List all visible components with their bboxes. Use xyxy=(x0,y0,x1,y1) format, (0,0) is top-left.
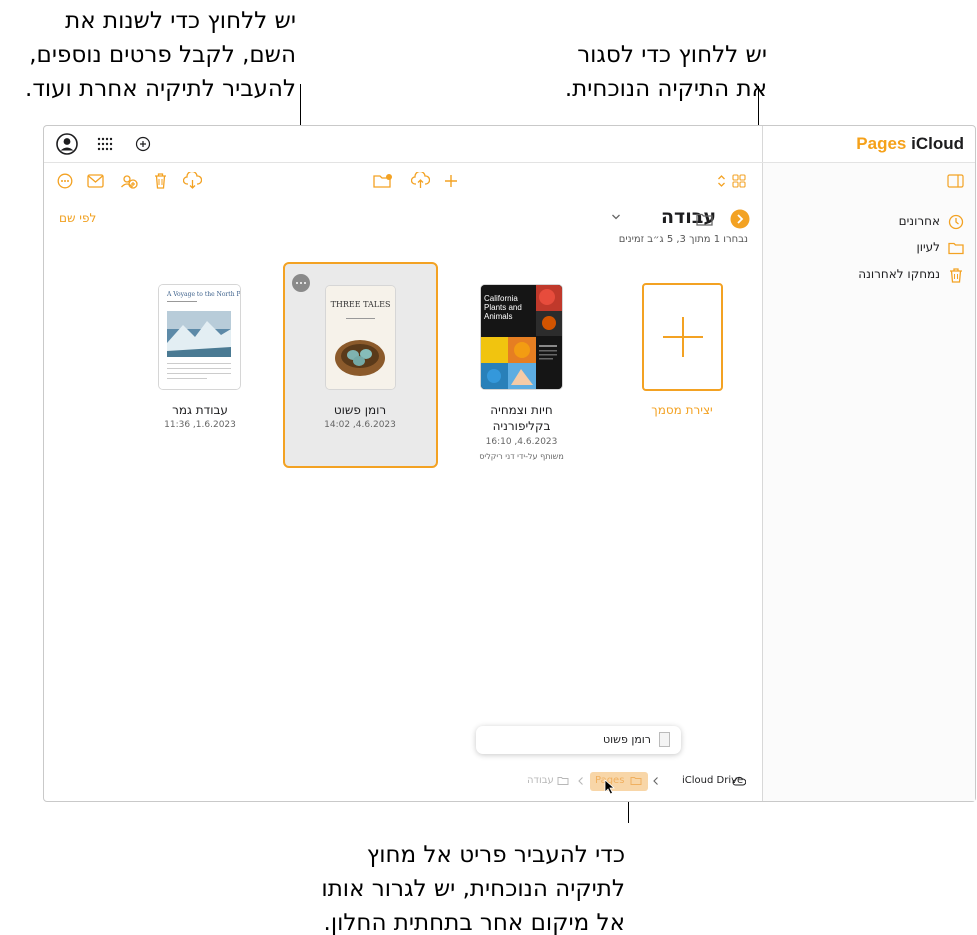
document-thumbnail-report[interactable]: A Voyage to the North Pole xyxy=(159,285,240,389)
thumbnail-title: A Voyage to the North Pole xyxy=(167,291,240,298)
shared-by-label: משותף על-ידי דני ריקליס xyxy=(479,452,564,461)
sidebar-item-recently-deleted[interactable]: נמחקו לאחרונה xyxy=(834,264,964,286)
sidebar-item-recents[interactable]: אחרונים xyxy=(834,211,964,233)
mail-icon[interactable] xyxy=(87,174,104,188)
callout-close-line: את התיקיה הנוכחית. xyxy=(564,76,767,102)
collaborate-icon[interactable] xyxy=(120,172,138,190)
new-folder-icon[interactable] xyxy=(373,173,393,189)
more-options-icon[interactable] xyxy=(57,173,73,189)
plus-icon xyxy=(663,336,703,338)
folder-icon xyxy=(948,240,964,256)
document-icon xyxy=(659,732,670,747)
upload-cloud-icon[interactable] xyxy=(411,172,430,189)
document-name[interactable]: חיות וצמחיה xyxy=(464,403,579,417)
sidebar-item-label: לעיון xyxy=(916,240,940,254)
chevron-left-icon xyxy=(577,776,584,786)
pointer-cursor-icon xyxy=(604,779,615,795)
folder-icon xyxy=(630,777,642,785)
thumbnail-title: California Plants and Animals xyxy=(484,294,522,321)
brand-title: Pages iCloud xyxy=(839,134,964,156)
breadcrumb-icloud-drive[interactable]: iCloud Drive xyxy=(682,775,743,786)
document-date: 4.6.2023, 14:02 xyxy=(324,420,396,430)
new-document-label: יצירת מסמך xyxy=(651,403,713,417)
document-thumbnail-california[interactable]: California Plants and Animals xyxy=(481,285,562,389)
document-date: 1.6.2023, 11:36 xyxy=(164,420,236,430)
header-divider xyxy=(44,162,975,163)
chevron-left-icon xyxy=(652,776,659,786)
trash-icon xyxy=(948,267,964,283)
brand-app: Pages xyxy=(856,134,907,153)
sort-by-name-button[interactable]: לפי שם xyxy=(59,211,96,225)
thumbnail-title: THREE TALES xyxy=(330,300,391,309)
sidebar-item-label: אחרונים xyxy=(898,214,940,228)
document-thumbnail-novel[interactable]: THREE TALES xyxy=(326,286,395,389)
document-date: 4.6.2023, 16:10 xyxy=(485,437,558,447)
download-cloud-icon[interactable] xyxy=(183,172,202,189)
callout-drag: כדי להעביר פריט אל מחוץ לתיקיה הנוכחית, … xyxy=(290,838,625,935)
dragged-item-label: רומן פשוט xyxy=(603,733,651,746)
app-window: Pages iCloud אחרונים לעיון נמחקו לאחרונה… xyxy=(43,125,976,802)
more-options-button[interactable] xyxy=(292,274,310,292)
close-folder-button[interactable] xyxy=(730,209,750,229)
callout-rename-line: להעביר לתיקיה אחרת ועוד. xyxy=(25,76,296,102)
breadcrumb-work[interactable]: עבודה xyxy=(527,775,554,786)
account-icon[interactable] xyxy=(56,133,78,155)
chevron-down-icon[interactable] xyxy=(611,213,621,221)
document-name[interactable]: רומן פשוט xyxy=(300,403,420,417)
folder-icon xyxy=(696,212,713,226)
sidebar-toggle-icon[interactable] xyxy=(947,174,964,188)
dragged-item-preview: רומן פשוט xyxy=(476,726,681,754)
plus-icon[interactable] xyxy=(444,174,458,188)
callout-drag-line: כדי להעביר פריט אל מחוץ xyxy=(366,842,625,868)
callout-drag-line: אל מיקום אחר בתחתית החלון. xyxy=(323,910,625,935)
document-name[interactable]: עבודת גמר xyxy=(140,403,260,417)
callout-drag-line: לתיקיה הנוכחית, יש לגרור אותו xyxy=(321,876,625,902)
callout-rename-line: יש ללחוץ כדי לשנות את xyxy=(65,8,296,34)
callout-close: יש ללחוץ כדי לסגור את התיקיה הנוכחית. xyxy=(535,38,767,106)
selection-info: נבחרו 1 מתוך 3, 5 ג״ב זמינים xyxy=(618,234,748,245)
breadcrumb-pages[interactable]: Pages xyxy=(590,772,648,791)
trash-icon[interactable] xyxy=(153,172,168,189)
callout-close-line: יש ללחוץ כדי לסגור xyxy=(577,42,767,68)
sidebar-item-browse[interactable]: לעיון xyxy=(834,237,964,259)
callout-rename: יש ללחוץ כדי לשנות את השם, לקבל פרטים נו… xyxy=(0,4,296,106)
document-name[interactable]: בקליפורניה xyxy=(464,419,579,433)
brand-service: iCloud xyxy=(911,134,964,153)
folder-icon xyxy=(557,776,569,786)
clock-icon xyxy=(948,214,964,230)
sidebar-item-label: נמחקו לאחרונה xyxy=(858,267,940,281)
sort-chevrons-icon[interactable] xyxy=(717,174,726,188)
new-document-button[interactable] xyxy=(642,283,723,391)
app-grid-icon[interactable] xyxy=(97,137,113,151)
add-circle-icon[interactable] xyxy=(135,136,151,152)
sidebar-divider xyxy=(762,126,763,801)
callout-rename-line: השם, לקבל פרטים נוספים, xyxy=(29,42,296,68)
grid-view-icon[interactable] xyxy=(732,174,746,188)
